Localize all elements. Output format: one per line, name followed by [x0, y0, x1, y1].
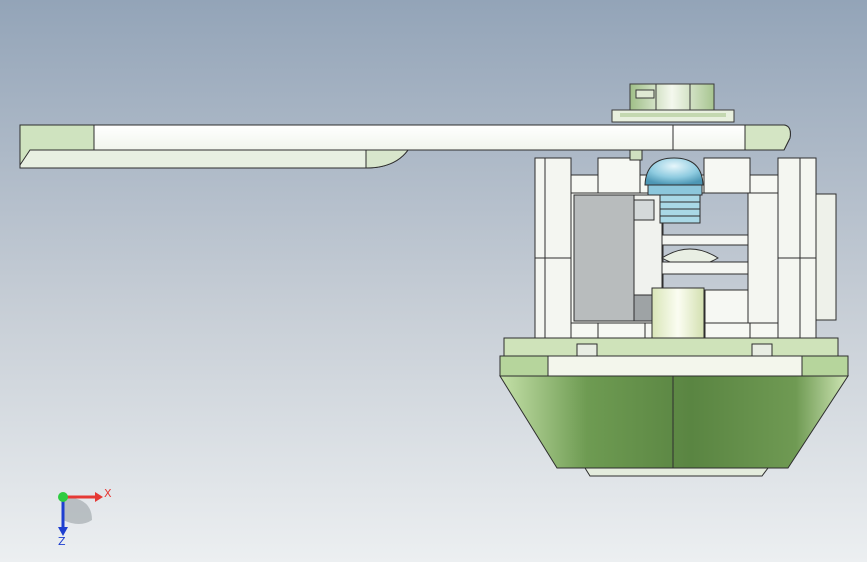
- tapered-base[interactable]: [499, 375, 849, 477]
- base-plate[interactable]: [499, 337, 849, 377]
- right-frame[interactable]: [777, 157, 837, 357]
- coordinate-triad: X Z: [58, 487, 112, 548]
- x-axis-label: X: [104, 487, 112, 500]
- z-axis-label: Z: [58, 535, 66, 548]
- spring-washer[interactable]: [661, 234, 749, 275]
- 3d-graphics-viewport[interactable]: X Z: [0, 0, 867, 562]
- hex-nut[interactable]: [611, 83, 735, 123]
- gray-block[interactable]: [573, 194, 663, 322]
- origin-marker: [58, 492, 68, 502]
- cad-model-canvas[interactable]: X Z: [0, 0, 867, 562]
- left-frame[interactable]: [534, 157, 572, 357]
